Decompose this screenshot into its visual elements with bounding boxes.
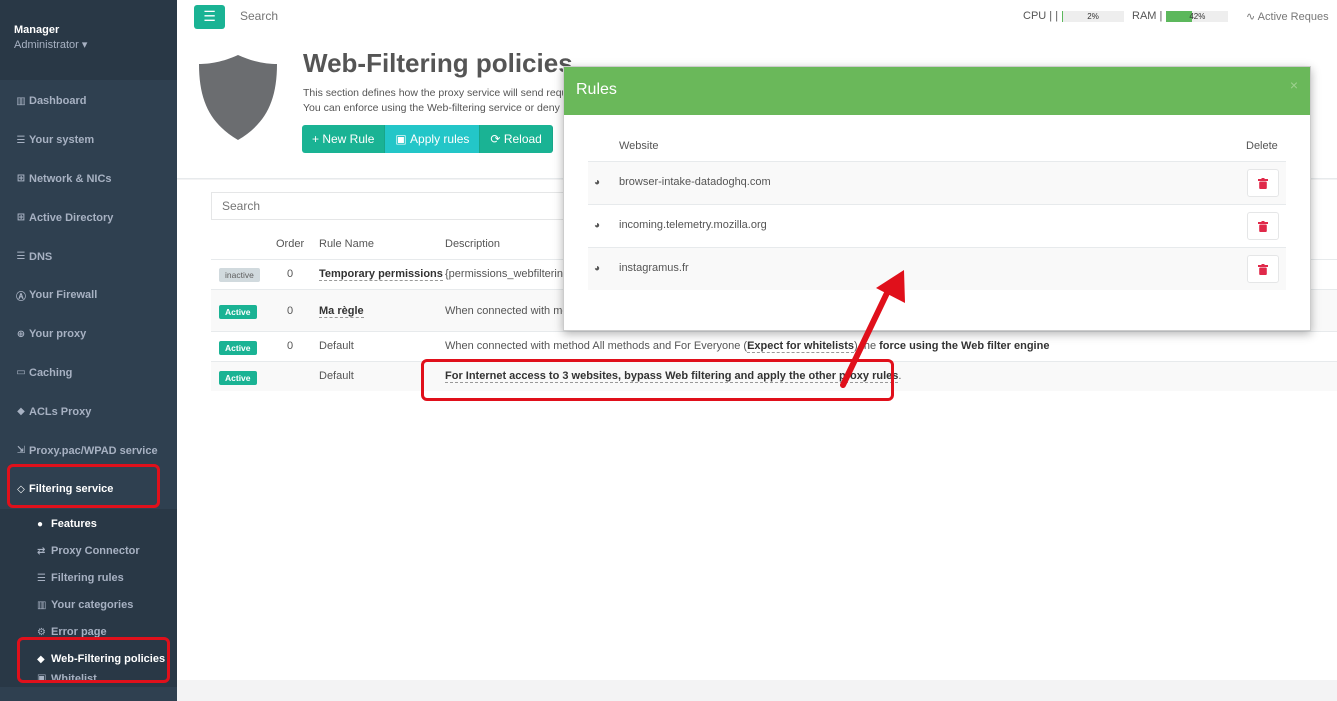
annotation-arrow-icon [840,270,905,388]
